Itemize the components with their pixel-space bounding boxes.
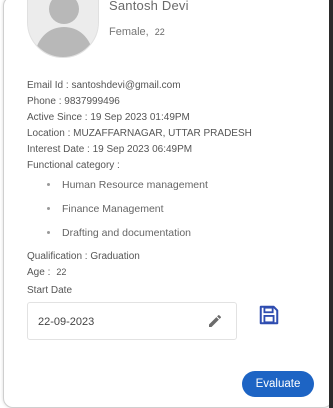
age-label: Age : bbox=[27, 267, 51, 278]
functional-category-list: Human Resource management Finance Manage… bbox=[34, 178, 208, 250]
interest-date-line: Interest Date : 19 Sep 2023 06:49PM bbox=[27, 144, 193, 155]
email-line: Email Id : santoshdevi@gmail.com bbox=[27, 80, 181, 91]
active-since-line: Active Since : 19 Sep 2023 01:49PM bbox=[27, 112, 190, 123]
start-date-label: Start Date bbox=[27, 285, 73, 296]
age-number: 22 bbox=[56, 267, 67, 277]
age-value: 22 bbox=[154, 27, 165, 37]
age-line: Age : 22 bbox=[27, 267, 66, 278]
window-edge bbox=[329, 0, 333, 408]
location-line: Location : MUZAFFARNAGAR, UTTAR PRADESH bbox=[27, 128, 252, 139]
floppy-disk-icon[interactable] bbox=[258, 304, 280, 326]
pencil-icon[interactable] bbox=[207, 313, 223, 329]
phone-line: Phone : 9837999496 bbox=[27, 96, 120, 107]
candidate-name: Santosh Devi bbox=[109, 0, 189, 13]
functional-category-label: Functional category : bbox=[27, 160, 120, 171]
gender-label: Female, bbox=[109, 26, 149, 38]
list-item: Finance Management bbox=[34, 202, 208, 226]
start-date-value: 22-09-2023 bbox=[38, 316, 95, 328]
evaluate-button[interactable]: Evaluate bbox=[242, 371, 314, 397]
list-item: Drafting and documentation bbox=[34, 226, 208, 250]
gender-age-row: Female, 22 bbox=[109, 26, 165, 38]
start-date-field[interactable]: 22-09-2023 bbox=[27, 302, 237, 340]
qualification-line: Qualification : Graduation bbox=[27, 251, 140, 262]
list-item: Human Resource management bbox=[34, 178, 208, 202]
